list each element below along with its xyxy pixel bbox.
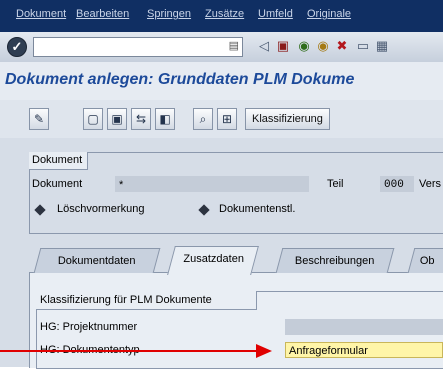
menu-item-zusaetze[interactable]: Zusätze <box>205 8 244 20</box>
menu-item-springen[interactable]: Springen <box>147 8 191 20</box>
teil-label: Teil <box>327 178 344 190</box>
tab-zusatzdaten-label: Zusatzdaten <box>183 253 244 265</box>
title-bar: Dokument anlegen: Grunddaten PLM Dokume <box>0 62 443 101</box>
tab-beschreibungen-label: Beschreibungen <box>295 255 375 267</box>
tab-dokumentdaten-label: Dokumentdaten <box>58 255 136 267</box>
tabstrip: Dokumentdaten Zusatzdaten Beschreibungen… <box>29 246 443 275</box>
tab-objekte[interactable]: Ob <box>407 248 443 273</box>
menu-item-bearbeiten[interactable]: Bearbeiten <box>76 8 129 20</box>
menu-item-originale[interactable]: Originale <box>307 8 351 20</box>
dokument-group <box>29 152 443 234</box>
search-icon[interactable]: ⌕ <box>193 108 213 130</box>
tab-objekte-label: Ob <box>419 255 435 267</box>
projektnummer-label: HG: Projektnummer <box>40 321 138 333</box>
print-icon[interactable]: ▭ <box>355 38 371 54</box>
enter-check-icon[interactable]: ✓ <box>7 37 27 57</box>
annotation-arrow-line <box>0 350 256 352</box>
find-document-icon[interactable]: ◧ <box>155 108 175 130</box>
tab-beschreibungen[interactable]: Beschreibungen <box>275 248 395 273</box>
dokument-field[interactable]: * <box>115 176 309 192</box>
command-history-icon[interactable]: ▤ <box>229 39 239 52</box>
projektnummer-field[interactable] <box>285 319 443 335</box>
klassifizierung-group-title: Klassifizierung für PLM Dokumente <box>40 294 212 306</box>
cancel-icon[interactable]: ✖ <box>334 38 350 54</box>
tab-zusatzdaten[interactable]: Zusatzdaten <box>167 246 259 275</box>
dokumentenstl-label[interactable]: Dokumentenstl. <box>219 203 295 215</box>
page-title: Dokument anlegen: Grunddaten PLM Dokume <box>5 71 355 88</box>
find-icon[interactable]: ▦ <box>374 38 390 54</box>
klassifizierung-button[interactable]: Klassifizierung <box>245 108 330 130</box>
command-back-arrow-icon[interactable]: ◁ <box>256 38 272 54</box>
hierarchy-icon[interactable]: ⊞ <box>217 108 237 130</box>
back-icon[interactable]: ◉ <box>296 38 312 54</box>
command-field[interactable]: ▤ <box>33 37 243 57</box>
application-toolbar: ✎ ▢ ▣ ⇆ ◧ ⌕ ⊞ Klassifizierung <box>0 100 443 139</box>
save-icon[interactable]: ▣ <box>275 38 291 54</box>
version-label: Vers <box>419 178 442 190</box>
menu-bar: Dokument Bearbeiten Springen Zusätze Umf… <box>0 0 443 32</box>
loeschvormerkung-label[interactable]: Löschvormerkung <box>57 203 144 215</box>
dokument-label: Dokument <box>32 178 83 190</box>
teil-field[interactable]: 000 <box>380 176 414 192</box>
system-toolbar: ✓ ▤ ◁ ▣ ◉ ◉ ✖ ▭ ▦ <box>0 32 443 63</box>
menu-item-umfeld[interactable]: Umfeld <box>258 8 293 20</box>
exit-icon[interactable]: ◉ <box>315 38 331 54</box>
create-document-icon[interactable]: ▢ <box>83 108 103 130</box>
menu-item-dokument[interactable]: Dokument <box>16 8 66 20</box>
dokumententyp-field[interactable]: Anfrageformular <box>285 342 443 358</box>
annotation-arrow-head-icon <box>256 344 272 358</box>
dokument-group-title: Dokument <box>32 154 83 166</box>
copy-icon[interactable]: ▣ <box>107 108 127 130</box>
display-change-icon[interactable]: ✎ <box>29 108 49 130</box>
other-document-icon[interactable]: ⇆ <box>131 108 151 130</box>
tab-dokumentdaten[interactable]: Dokumentdaten <box>33 248 161 273</box>
